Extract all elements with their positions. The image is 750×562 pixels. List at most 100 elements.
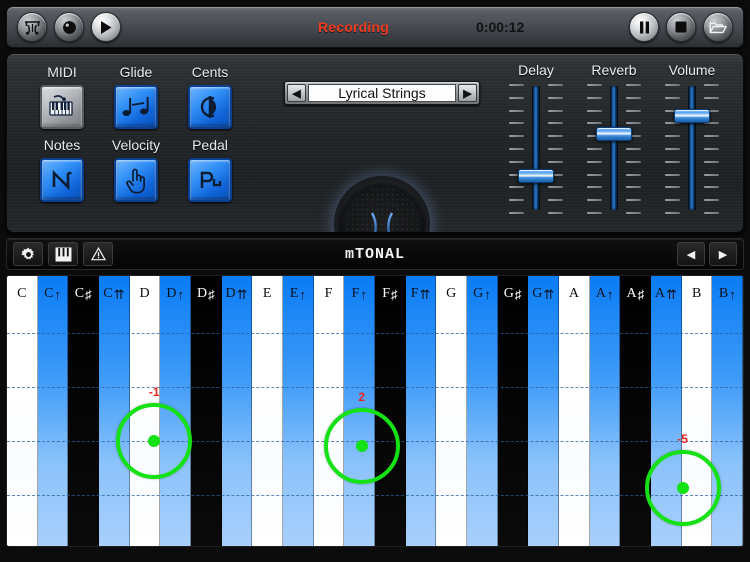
- toolbar-nav: ◀ ▶: [673, 242, 737, 266]
- notes-n-icon: [52, 169, 72, 191]
- folder-open-icon: [709, 22, 727, 33]
- key-d-three-quarter-sharp[interactable]: D⇈: [221, 276, 253, 546]
- function-row-bottom: Notes Velocity Pedal: [25, 135, 247, 202]
- mixer-sliders: Delay Reverb Volume: [497, 60, 731, 214]
- preset-name-display[interactable]: Lyrical Strings: [308, 84, 456, 102]
- recording-status: Recording: [318, 19, 390, 35]
- keyboard-button[interactable]: [48, 242, 78, 266]
- key-f[interactable]: F: [313, 276, 345, 546]
- reverb-slider[interactable]: [587, 84, 641, 214]
- microtonal-keyboard[interactable]: C C↑ C♯ C⇈ D D↑ D♯ D⇈ E E↑ F F↑ F♯ F⇈ G G↑ G♯ G⇈ A A↑ A♯ A⇈ B B…: [6, 275, 744, 547]
- speaker-grille[interactable]: [334, 176, 430, 232]
- glide-label: Glide: [119, 64, 153, 80]
- slider-tick: [509, 160, 524, 163]
- preset-next-button[interactable]: ▶: [458, 84, 477, 102]
- pause-bars-icon: [639, 21, 649, 33]
- key-f-quarter-sharp[interactable]: F↑: [344, 276, 376, 546]
- key-label: A↑: [595, 286, 614, 303]
- key-e-quarter-sharp[interactable]: E↑: [283, 276, 314, 546]
- slider-tick: [626, 199, 641, 202]
- velocity-button[interactable]: [114, 158, 158, 202]
- pedal-button[interactable]: [188, 158, 232, 202]
- slider-tick: [587, 122, 602, 125]
- delay-slider[interactable]: [509, 84, 563, 214]
- slider-tick: [704, 212, 719, 214]
- volume-slider[interactable]: [665, 84, 719, 214]
- key-f-three-quarter-sharp[interactable]: F⇈: [405, 276, 437, 546]
- slider-tick: [665, 96, 680, 99]
- delay-knob[interactable]: [518, 169, 554, 184]
- slider-tick: [509, 84, 524, 86]
- accidental-glyph: ♯: [85, 287, 92, 303]
- key-b-quarter-sharp[interactable]: B↑: [712, 276, 743, 546]
- key-a[interactable]: A: [559, 276, 590, 546]
- keyboard-icon: [55, 246, 71, 262]
- glide-button[interactable]: [114, 85, 158, 129]
- key-a-quarter-sharp[interactable]: A↑: [589, 276, 621, 546]
- key-d[interactable]: D: [129, 276, 161, 546]
- key-g-three-quarter-sharp[interactable]: G⇈: [528, 276, 560, 546]
- octave-next-button[interactable]: ▶: [709, 242, 737, 266]
- play-button[interactable]: [91, 12, 121, 42]
- key-c-quarter-sharp[interactable]: C↑: [37, 276, 69, 546]
- key-label: F↑: [351, 286, 367, 303]
- slider-tick: [704, 160, 719, 163]
- slider-tick: [509, 212, 524, 214]
- key-g-quarter-sharp[interactable]: G↑: [467, 276, 498, 546]
- slider-tick: [626, 173, 641, 176]
- record-circle-icon: [62, 20, 76, 34]
- cents-label: Cents: [191, 64, 229, 80]
- glide-cell: Glide: [99, 62, 173, 129]
- accidental-glyph: ⇈: [113, 287, 125, 303]
- slider-tick: [587, 173, 602, 176]
- slider-tick: [665, 173, 680, 176]
- slider-tick: [509, 96, 524, 99]
- stop-square-icon: [675, 21, 687, 33]
- slider-tick: [548, 122, 563, 125]
- reverb-knob[interactable]: [596, 126, 632, 141]
- slider-tick: [587, 148, 602, 150]
- hand-pointer-icon: [126, 168, 145, 193]
- slider-tick: [509, 148, 524, 150]
- volume-knob[interactable]: [674, 109, 710, 123]
- accidental-glyph: ♯: [391, 287, 398, 303]
- key-d-sharp[interactable]: D♯: [191, 276, 222, 546]
- record-button[interactable]: [54, 12, 84, 42]
- transport-bar: Recording 0:00:12: [6, 6, 744, 48]
- slider-tick: [587, 109, 602, 112]
- slider-tick: [665, 135, 680, 138]
- key-a-sharp[interactable]: A♯: [620, 276, 652, 546]
- key-a-three-quarter-sharp[interactable]: A⇈: [651, 276, 682, 546]
- cents-button[interactable]: [188, 85, 232, 129]
- key-c[interactable]: C: [7, 276, 38, 546]
- warning-button[interactable]: [83, 242, 113, 266]
- stop-button[interactable]: [666, 12, 696, 42]
- key-b[interactable]: B: [681, 276, 713, 546]
- cents-icon: [200, 96, 217, 118]
- settings-button[interactable]: [13, 242, 43, 266]
- slider-tick: [509, 186, 524, 189]
- accidental-glyph: ♯: [514, 287, 522, 303]
- pause-button[interactable]: [629, 12, 659, 42]
- slider-tick: [626, 84, 641, 86]
- midi-button[interactable]: [40, 85, 84, 129]
- octave-prev-button[interactable]: ◀: [677, 242, 705, 266]
- velocity-label: Velocity: [111, 137, 161, 153]
- notes-button[interactable]: [40, 158, 84, 202]
- open-file-button[interactable]: [703, 12, 733, 42]
- key-f-sharp[interactable]: F♯: [375, 276, 406, 546]
- key-g[interactable]: G: [436, 276, 468, 546]
- key-c-three-quarter-sharp[interactable]: C⇈: [99, 276, 130, 546]
- key-d-quarter-sharp[interactable]: D↑: [160, 276, 192, 546]
- delay-ticks: [509, 84, 563, 214]
- slider-tick: [587, 160, 602, 163]
- preset-prev-button[interactable]: ◀: [287, 84, 306, 102]
- key-e[interactable]: E: [252, 276, 284, 546]
- slider-tick: [548, 186, 563, 189]
- key-g-sharp[interactable]: G♯: [497, 276, 529, 546]
- accidental-glyph: ↑: [606, 287, 614, 303]
- pedal-label: Pedal: [192, 137, 228, 153]
- app-logo-button[interactable]: [17, 12, 47, 42]
- slider-tick: [665, 84, 680, 86]
- key-c-sharp[interactable]: C♯: [68, 276, 100, 546]
